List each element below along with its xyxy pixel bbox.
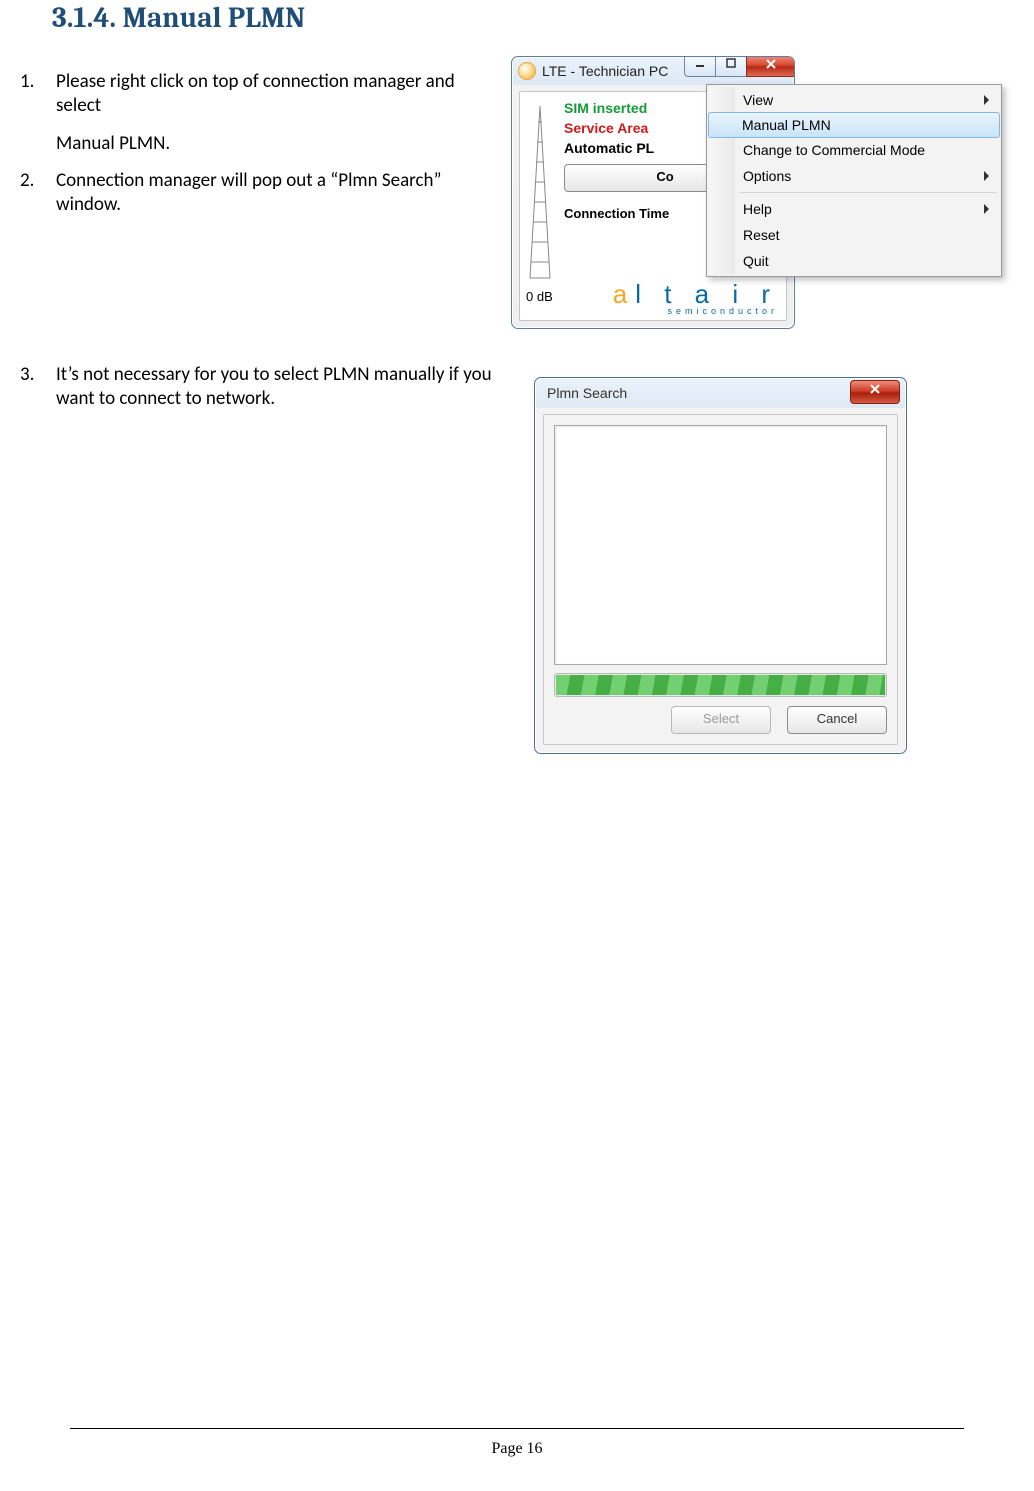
menu-item-manual-plmn[interactable]: Manual PLMN [708,112,1000,138]
page-number: Page 16 [0,1440,1034,1458]
menu-item-quit[interactable]: Quit [709,248,999,274]
step-1: 1. Please right click on top of connecti… [20,70,500,155]
menu-item-options[interactable]: Options [709,163,999,189]
minimize-button[interactable] [684,56,715,77]
figure-connection-manager: LTE - Technician PC [511,56,1013,327]
close-icon [764,57,778,71]
footer-rule [70,1428,964,1429]
submenu-arrow-icon [984,95,989,105]
maximize-icon [725,57,737,69]
window-title: LTE - Technician PC [542,57,668,85]
dialog-close-button[interactable] [850,380,900,404]
dialog-buttons: Select Cancel [671,706,887,734]
step-3: 3. It’s not necessary for you to select … [20,363,500,411]
instruction-list: 1. Please right click on top of connecti… [20,70,500,424]
context-menu: View Manual PLMN Change to Commercial Mo… [706,84,1002,277]
signal-bars-icon [526,102,554,282]
step-text: Manual PLMN. [56,132,500,156]
signal-meter: 0 dB [526,102,554,302]
section-heading: 3.1.4. Manual PLMN [52,2,305,35]
altair-logo: al t a i r semiconductor [613,279,778,316]
close-icon [868,382,882,396]
menu-label: Change to Commercial Mode [743,142,925,158]
dialog-body: Select Cancel [543,414,898,745]
step-number: 2. [20,169,56,217]
select-button[interactable]: Select [671,706,771,734]
plmn-list[interactable] [554,425,887,665]
menu-label: Reset [743,227,780,243]
signal-db-label: 0 dB [526,289,554,304]
window-buttons [684,56,795,77]
menu-item-change-mode[interactable]: Change to Commercial Mode [709,137,999,163]
step-number: 1. [20,70,56,155]
menu-label: Help [743,201,772,217]
menu-label: Manual PLMN [742,117,831,133]
menu-label: Options [743,168,791,184]
menu-separator [739,192,997,193]
menu-label: Quit [743,253,769,269]
step-2: 2. Connection manager will pop out a “Pl… [20,169,500,217]
figure-plmn-search-dialog: Plmn Search Select Cancel [534,377,907,754]
step-text: It’s not necessary for you to select PLM… [56,363,500,411]
cancel-button[interactable]: Cancel [787,706,887,734]
app-icon [518,62,536,80]
menu-item-view[interactable]: View [709,87,999,113]
maximize-button[interactable] [715,56,746,77]
menu-item-help[interactable]: Help [709,196,999,222]
minimize-icon [694,57,706,69]
submenu-arrow-icon [984,171,989,181]
menu-item-reset[interactable]: Reset [709,222,999,248]
dialog-title: Plmn Search [547,385,627,401]
progress-stripes [556,675,885,695]
step-text: Connection manager will pop out a “Plmn … [56,169,500,217]
step-text: Please right click on top of connection … [56,70,500,118]
search-progress-bar [554,673,887,697]
close-button[interactable] [746,56,795,77]
submenu-arrow-icon [984,204,989,214]
menu-label: View [743,92,773,108]
step-number: 3. [20,363,56,411]
